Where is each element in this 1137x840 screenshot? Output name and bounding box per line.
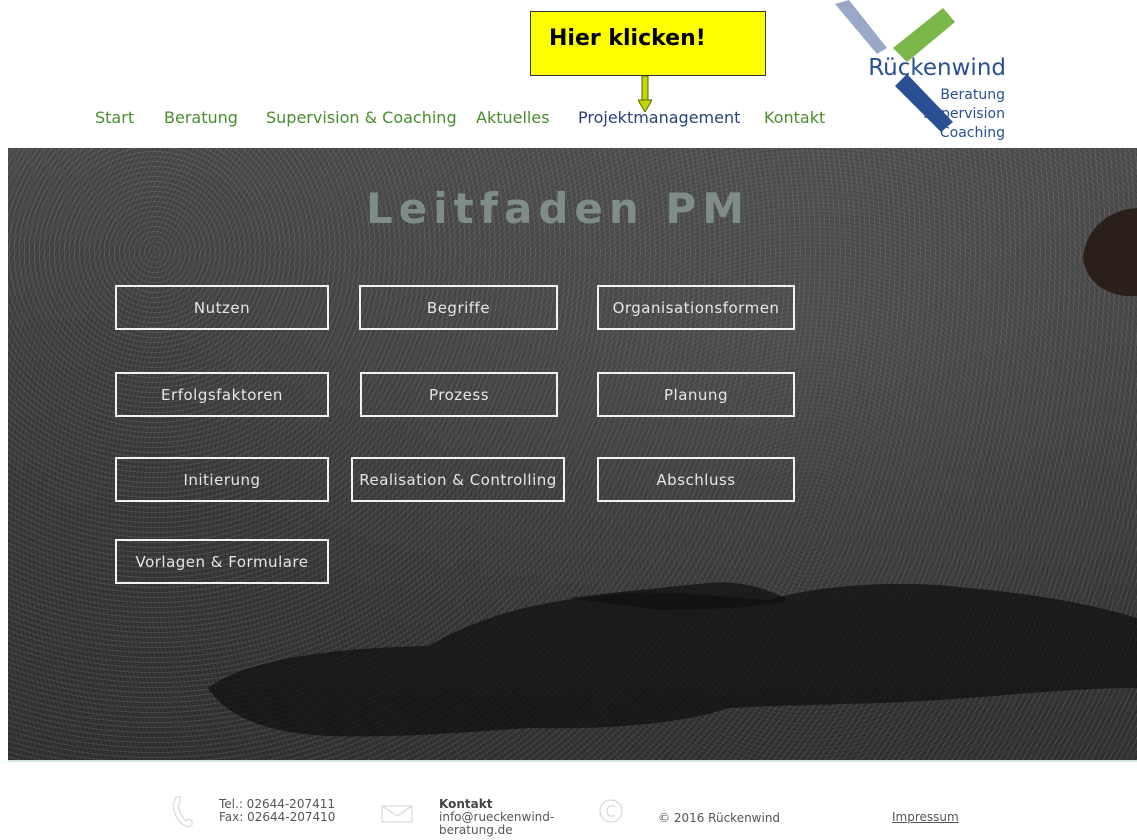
hero-section: Leitfaden PM Nutzen Begriffe Organisatio… [8, 148, 1137, 760]
logo-line-beratung: Beratung [940, 87, 1005, 103]
btn-abschluss[interactable]: Abschluss [597, 457, 795, 502]
btn-begriffe[interactable]: Begriffe [359, 285, 558, 330]
copyright-icon [599, 799, 623, 823]
btn-vorlagen-formulare[interactable]: Vorlagen & Formulare [115, 539, 329, 584]
callout-text: Hier klicken! [549, 26, 706, 51]
hero-title: Leitfaden PM [366, 184, 750, 233]
logo-line-coaching: Coaching [939, 125, 1005, 141]
logo-name: Rückenwind [868, 55, 1006, 81]
nav-projektmanagement[interactable]: Projektmanagement [578, 108, 740, 127]
btn-realisation-controlling[interactable]: Realisation & Controlling [351, 457, 565, 502]
footer-fax: Fax: 02644-207410 [219, 810, 336, 824]
callout-box: Hier klicken! [530, 11, 766, 76]
nav-aktuelles[interactable]: Aktuelles [476, 108, 550, 127]
footer-email-line2[interactable]: beratung.de [439, 824, 513, 837]
down-arrow-icon [638, 76, 652, 112]
footer-divider [8, 760, 1137, 762]
btn-nutzen[interactable]: Nutzen [115, 285, 329, 330]
mail-icon [381, 805, 413, 823]
nav-kontakt[interactable]: Kontakt [764, 108, 825, 127]
footer-copyright: © 2016 Rückenwind [658, 811, 781, 825]
btn-organisationsformen[interactable]: Organisationsformen [597, 285, 795, 330]
btn-initierung[interactable]: Initierung [115, 457, 329, 502]
btn-planung[interactable]: Planung [597, 372, 795, 417]
btn-prozess[interactable]: Prozess [360, 372, 558, 417]
btn-erfolgsfaktoren[interactable]: Erfolgsfaktoren [115, 372, 329, 417]
logo-line-supervision: Supervision [923, 106, 1005, 122]
rueckenwind-logo[interactable]: Rückenwind Beratung Supervision Coaching [835, 0, 1075, 145]
nav-start[interactable]: Start [95, 108, 134, 127]
shadow-figure-image [208, 208, 1137, 737]
impressum-link[interactable]: Impressum [892, 811, 959, 824]
phone-icon [172, 796, 193, 828]
nav-supervision-coaching[interactable]: Supervision & Coaching [266, 108, 457, 127]
nav-beratung[interactable]: Beratung [164, 108, 238, 127]
